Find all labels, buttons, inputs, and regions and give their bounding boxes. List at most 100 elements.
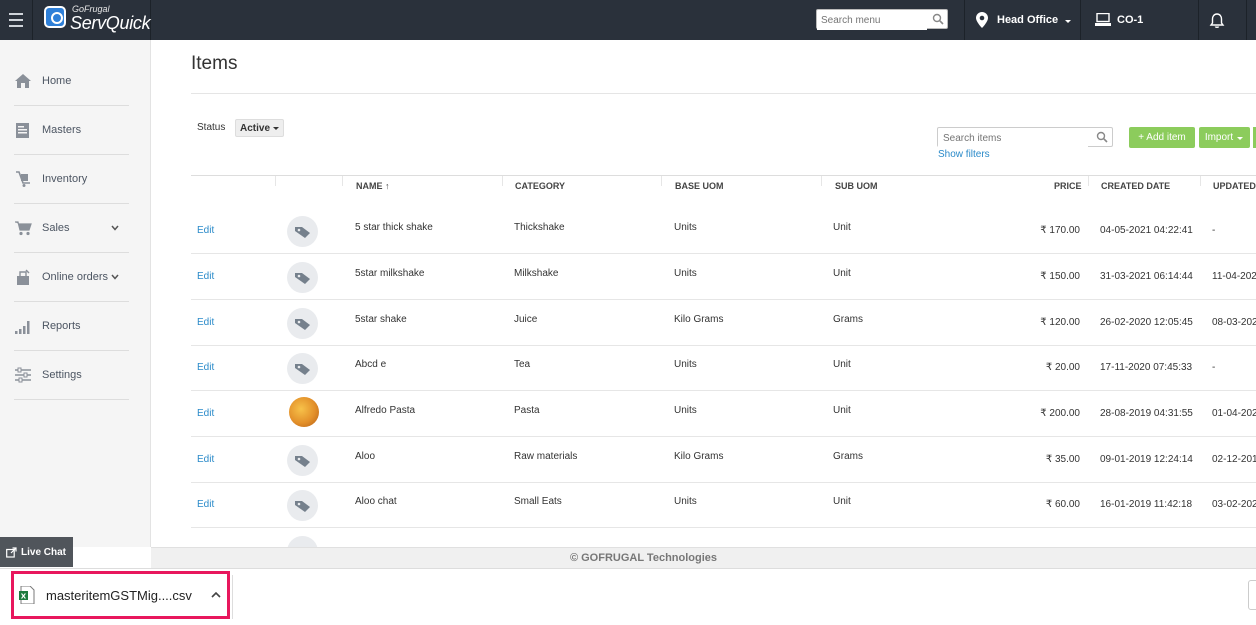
table-row[interactable]: Edit 5star milkshake Milkshake Units Unit ₹ 1… <box>191 254 1256 300</box>
edit-link[interactable]: Edit <box>197 225 214 236</box>
column-separator <box>1200 176 1201 186</box>
table-top-border <box>191 175 1256 176</box>
sidebar-item-reports[interactable]: Reports <box>14 302 129 351</box>
sidebar-item-online-orders[interactable]: Online orders <box>14 253 129 302</box>
item-name: Abcd e <box>355 359 387 370</box>
live-chat-button[interactable]: Live Chat <box>0 537 73 567</box>
show-all-downloads-button[interactable] <box>1248 580 1256 610</box>
item-price: ₹ 200.00 <box>1040 408 1080 419</box>
sidebar-item-home[interactable]: Home <box>14 57 129 106</box>
edit-link[interactable]: Edit <box>197 271 214 282</box>
servquick-logo-icon <box>44 6 66 28</box>
divider <box>191 93 1256 94</box>
column-header-sub-uom[interactable]: SUB UOM <box>835 181 878 191</box>
top-bar: GoFrugal ServQuick Head Office CO-1 <box>0 0 1256 40</box>
sidebar-item-inventory[interactable]: Inventory <box>14 155 129 204</box>
item-name: Aloo <box>355 451 376 462</box>
item-base-uom: Units <box>674 405 697 416</box>
item-created-date: 31-03-2021 06:14:44 <box>1100 271 1193 282</box>
import-label: Import <box>1204 132 1234 143</box>
search-items-input[interactable] <box>938 129 1088 148</box>
item-price: ₹ 35.00 <box>1045 454 1080 465</box>
sidebar-item-masters[interactable]: Masters <box>14 106 129 155</box>
column-header-price[interactable]: PRICE <box>1054 181 1082 191</box>
sidebar-item-label: Reports <box>42 320 81 332</box>
edit-link[interactable]: Edit <box>197 454 214 465</box>
add-item-button[interactable]: + Add item <box>1129 127 1195 148</box>
item-created-date: 26-02-2020 12:05:45 <box>1100 317 1193 328</box>
menu-toggle-button[interactable] <box>0 0 33 40</box>
item-sub-uom: Grams <box>833 451 863 462</box>
download-bar: X masteritemGSTMig....csv <box>0 568 1256 625</box>
item-updated-date: 11-04-202 <box>1212 271 1256 282</box>
app-logo[interactable]: GoFrugal ServQuick <box>34 0 151 40</box>
sidebar-item-settings[interactable]: Settings <box>14 351 129 400</box>
sidebar-item-label: Sales <box>42 222 70 234</box>
search-icon[interactable] <box>1096 131 1108 143</box>
edit-link[interactable]: Edit <box>197 499 214 510</box>
item-sub-uom: Unit <box>833 405 851 416</box>
item-created-date: 04-05-2021 04:22:41 <box>1100 225 1193 236</box>
item-created-date: 17-11-2020 07:45:33 <box>1100 362 1193 373</box>
download-item[interactable]: X masteritemGSTMig....csv <box>11 571 230 619</box>
column-separator <box>821 176 822 186</box>
item-base-uom: Units <box>674 222 697 233</box>
sidebar-item-label: Online orders <box>42 271 109 283</box>
import-button[interactable]: Import <box>1199 127 1250 148</box>
show-filters-link[interactable]: Show filters <box>938 149 990 160</box>
notification-bell-icon[interactable] <box>1208 12 1226 30</box>
item-tag-icon <box>287 353 318 384</box>
chevron-down-icon <box>111 274 119 280</box>
search-icon[interactable] <box>932 13 944 25</box>
top-separator <box>1080 0 1081 40</box>
table-row[interactable]: Edit Aloo chat Small Eats Units Unit ₹ 60.00 1… <box>191 482 1256 528</box>
item-tag-icon <box>287 262 318 293</box>
edit-link[interactable]: Edit <box>197 317 214 328</box>
item-updated-date: - <box>1212 362 1216 373</box>
item-category: Thickshake <box>514 222 565 233</box>
table-row[interactable]: Edit Aloo Raw materials Kilo Grams Grams ₹ 35… <box>191 437 1256 483</box>
column-header-created-date[interactable]: CREATED DATE <box>1101 181 1170 191</box>
item-sub-uom: Unit <box>833 268 851 279</box>
item-category: Juice <box>514 314 538 325</box>
column-header-updated[interactable]: UPDATED <box>1213 181 1256 191</box>
table-row[interactable]: Edit Alfredo Pasta Pasta Units Unit ₹ 200.00 2… <box>191 391 1256 437</box>
status-filter-dropdown[interactable]: Active <box>235 119 284 137</box>
item-base-uom: Units <box>674 268 697 279</box>
home-icon <box>15 74 31 88</box>
svg-text:X: X <box>21 592 27 600</box>
edit-link[interactable]: Edit <box>197 408 214 419</box>
column-separator <box>1088 176 1089 186</box>
item-name: Alfredo Pasta <box>355 405 416 416</box>
search-menu-input[interactable] <box>817 11 927 30</box>
map-pin-icon <box>976 12 988 28</box>
item-updated-date: 01-04-202 <box>1212 408 1256 419</box>
item-created-date: 28-08-2019 04:31:55 <box>1100 408 1193 419</box>
masters-icon <box>16 123 29 138</box>
item-base-uom: Kilo Grams <box>674 451 724 462</box>
column-separator <box>661 176 662 186</box>
item-base-uom: Kilo Grams <box>674 314 724 325</box>
item-name: Aloo chat <box>355 496 397 507</box>
cart-icon <box>15 221 32 236</box>
column-header-name[interactable]: NAME ↑ <box>356 181 390 191</box>
table-row[interactable]: Edit 5star shake Juice Kilo Grams Grams ₹ 120… <box>191 300 1256 346</box>
item-sub-uom: Unit <box>833 222 851 233</box>
counter-selector[interactable]: CO-1 <box>1095 0 1143 40</box>
item-tag-icon <box>287 445 318 476</box>
location-selector[interactable]: Head Office <box>976 0 1072 40</box>
table-row[interactable]: Edit Abcd e Tea Units Unit ₹ 20.00 17-11-2020 … <box>191 345 1256 391</box>
item-base-uom: Units <box>674 496 697 507</box>
chevron-up-icon[interactable] <box>210 591 222 599</box>
column-header-base-uom[interactable]: BASE UOM <box>675 181 724 191</box>
search-menu-box <box>816 9 948 30</box>
edit-link[interactable]: Edit <box>197 362 214 373</box>
table-row[interactable]: Edit 5 star thick shake Thickshake Units Uni… <box>191 208 1256 254</box>
brand-name: ServQuick <box>70 13 151 33</box>
sort-ascending-icon: ↑ <box>385 181 390 191</box>
sidebar-item-sales[interactable]: Sales <box>14 204 129 253</box>
item-name: 5star milkshake <box>355 268 425 279</box>
column-header-category[interactable]: CATEGORY <box>515 181 565 191</box>
settings-icon <box>15 367 31 383</box>
item-category: Milkshake <box>514 268 559 279</box>
